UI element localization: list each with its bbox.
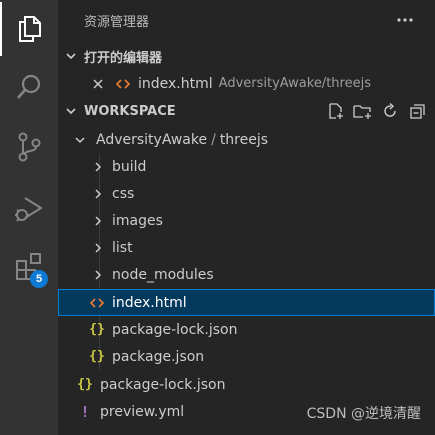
html-file-icon	[114, 75, 132, 93]
root-separator: /	[211, 131, 216, 148]
explorer-sidebar: 资源管理器 打开的编辑器 index.html AdversityAwake/t…	[58, 0, 435, 435]
sidebar-header: 资源管理器	[58, 0, 435, 40]
workspace-title: WORKSPACE	[84, 103, 176, 119]
file-item[interactable]: {} package-lock.json	[58, 316, 435, 343]
chevron-down-icon	[72, 132, 88, 148]
folder-item[interactable]: build	[58, 153, 435, 180]
refresh-icon[interactable]	[380, 101, 400, 121]
extensions-badge: 5	[30, 270, 48, 288]
collapse-all-icon[interactable]	[407, 101, 427, 121]
folder-label: images	[112, 212, 163, 229]
chevron-right-icon	[90, 159, 106, 175]
search-icon[interactable]	[0, 60, 58, 114]
open-editor-name: index.html	[138, 75, 213, 92]
json-file-icon: {}	[89, 349, 105, 364]
folder-label: node_modules	[112, 266, 214, 283]
run-debug-icon[interactable]	[0, 182, 58, 236]
json-file-icon: {}	[89, 322, 105, 337]
html-file-icon	[88, 294, 106, 312]
chevron-right-icon	[90, 240, 106, 256]
sidebar-title: 资源管理器	[84, 14, 150, 30]
root-parent: AdversityAwake	[96, 131, 208, 148]
watermark: CSDN @逆境清醒	[306, 406, 421, 422]
file-label: package.json	[112, 348, 205, 365]
folder-item[interactable]: images	[58, 207, 435, 234]
open-editors-title: 打开的编辑器	[84, 50, 163, 66]
folder-item[interactable]: list	[58, 234, 435, 261]
open-editor-item[interactable]: index.html AdversityAwake/threejs	[58, 70, 435, 97]
file-item[interactable]: {} package-lock.json	[58, 371, 435, 398]
folder-item[interactable]: css	[58, 180, 435, 207]
folder-label: css	[112, 185, 135, 202]
folder-label: list	[112, 239, 133, 256]
chevron-right-icon	[90, 213, 106, 229]
activity-bar: 5	[0, 0, 58, 435]
json-file-icon: {}	[77, 377, 93, 392]
file-item[interactable]: {} package.json	[58, 343, 435, 370]
file-label: preview.yml	[100, 403, 185, 420]
new-folder-icon[interactable]	[353, 101, 373, 121]
file-item-selected[interactable]: index.html	[58, 289, 435, 316]
yaml-file-icon: !	[80, 402, 90, 421]
new-file-icon[interactable]	[326, 101, 346, 121]
chevron-right-icon	[90, 267, 106, 283]
open-editor-path: AdversityAwake/threejs	[218, 76, 371, 91]
source-control-icon[interactable]	[0, 120, 58, 174]
chevron-down-icon	[58, 105, 84, 117]
more-actions-icon[interactable]	[395, 10, 415, 30]
folder-label: build	[112, 158, 147, 175]
file-label: package-lock.json	[100, 376, 226, 393]
open-editors-header[interactable]: 打开的编辑器	[58, 43, 435, 69]
chevron-down-icon	[58, 50, 84, 62]
chevron-right-icon	[90, 186, 106, 202]
root-name: threejs	[219, 131, 269, 148]
workspace-actions	[326, 101, 427, 121]
file-label: package-lock.json	[112, 321, 238, 338]
folder-item[interactable]: node_modules	[58, 261, 435, 288]
explorer-icon[interactable]	[0, 2, 58, 56]
extensions-icon[interactable]	[0, 240, 58, 294]
workspace-root-folder[interactable]: AdversityAwake / threejs	[58, 126, 435, 153]
file-label: index.html	[112, 294, 187, 311]
close-icon[interactable]	[90, 76, 106, 92]
